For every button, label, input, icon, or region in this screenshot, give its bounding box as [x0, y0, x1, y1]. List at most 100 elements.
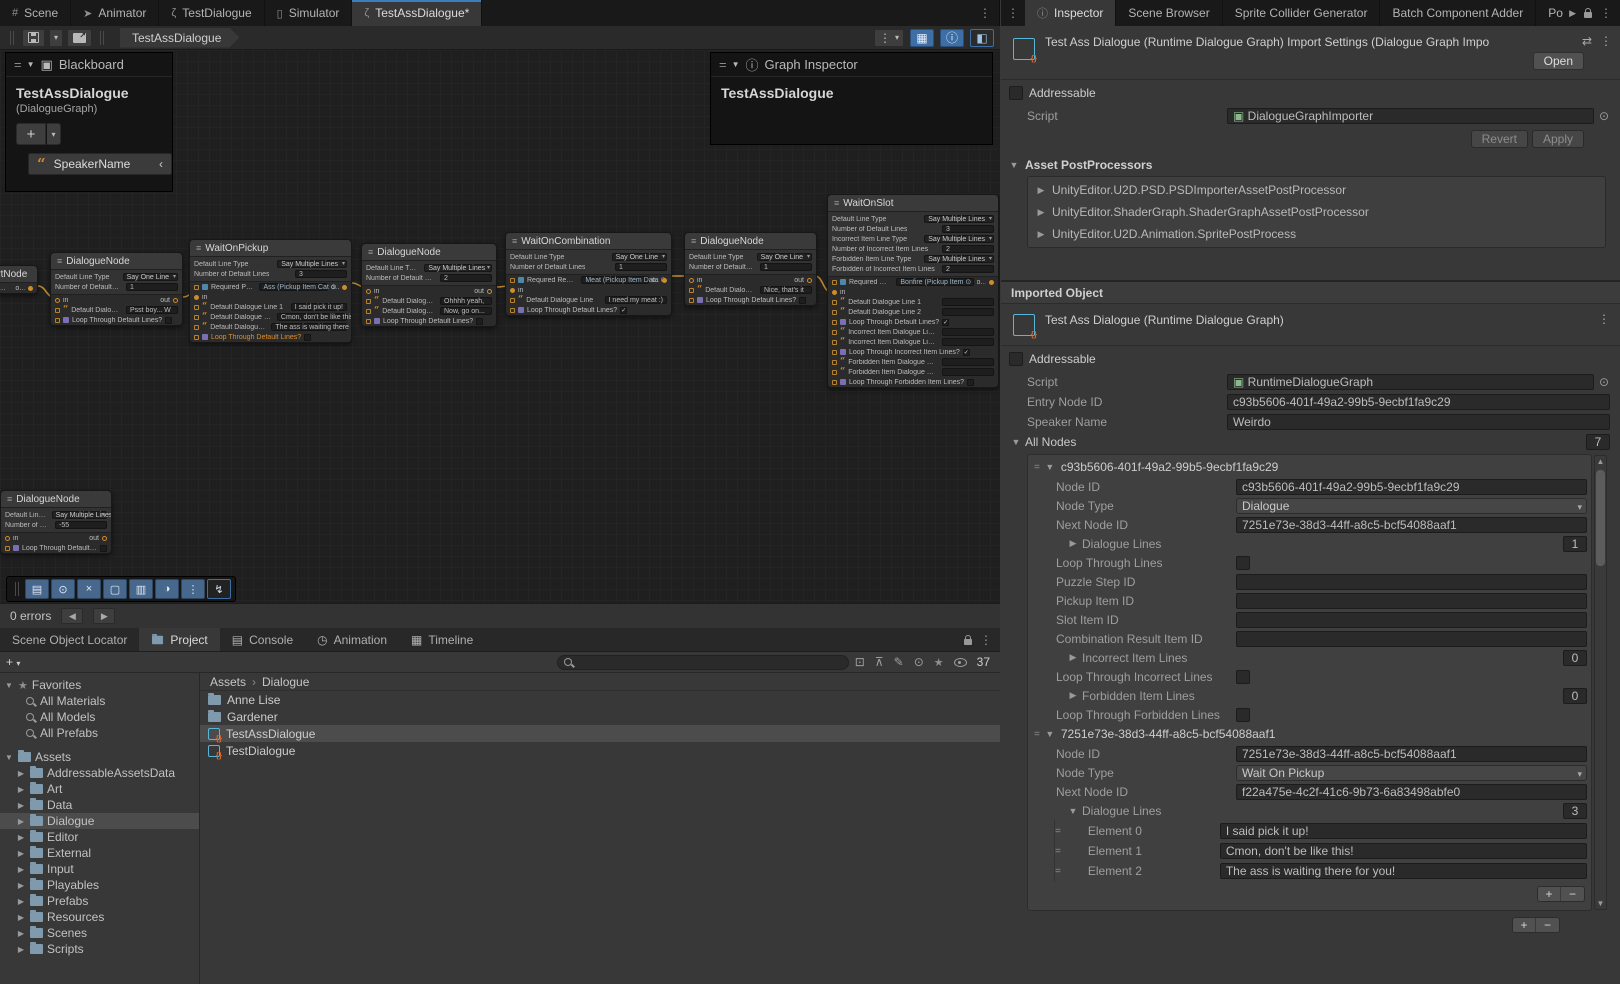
- element-text-field[interactable]: The ass is waiting there for you!: [1220, 863, 1587, 879]
- blackboard-toggle-button[interactable]: ◧: [970, 29, 994, 47]
- input-port[interactable]: [510, 288, 515, 293]
- all-nodes-count[interactable]: 7: [1586, 434, 1610, 450]
- addressable-checkbox[interactable]: [1009, 352, 1023, 366]
- graph-canvas[interactable]: ≡StartNodeConnectionsout ≡DialogueNodeDef…: [0, 50, 1000, 628]
- output-port[interactable]: [28, 286, 33, 291]
- loop-checkbox[interactable]: [476, 318, 483, 325]
- tab-animator[interactable]: ➤Animator: [71, 0, 159, 26]
- postprocessor-item[interactable]: ▶UnityEditor.U2D.Animation.SpritePostPro…: [1028, 223, 1605, 245]
- kebab-icon[interactable]: ⋮: [1600, 34, 1612, 48]
- tree-folder-data[interactable]: ▶Data: [0, 797, 199, 813]
- foldout-arrow-icon[interactable]: ▼: [4, 753, 14, 762]
- node-collapse-icon[interactable]: ≡: [834, 198, 839, 208]
- foldout-arrow-icon[interactable]: ▶: [16, 897, 26, 906]
- node-popup[interactable]: Say Multiple Lines: [52, 511, 107, 519]
- tab-scroll-icon[interactable]: ▶: [1569, 8, 1576, 19]
- asset-postprocessors-foldout[interactable]: ▼ Asset PostProcessors: [1001, 154, 1620, 176]
- lock-icon[interactable]: [1584, 12, 1592, 18]
- all-nodes-row[interactable]: ▼ All Nodes 7: [1001, 432, 1620, 452]
- save-button[interactable]: [22, 29, 45, 47]
- lock-icon[interactable]: [964, 639, 972, 645]
- property-checkbox[interactable]: [1236, 556, 1250, 570]
- graph-node-startnode[interactable]: ≡StartNodeConnectionsout: [0, 265, 38, 294]
- collapse-icon[interactable]: ▼: [27, 60, 35, 69]
- node-popup[interactable]: Say Multiple Lines: [924, 255, 994, 263]
- foldout-arrow-icon[interactable]: ▶: [1068, 690, 1078, 701]
- addressable-checkbox[interactable]: [1009, 86, 1023, 100]
- tab-scene-object-locator[interactable]: Scene Object Locator: [0, 628, 139, 651]
- data-port[interactable]: [510, 308, 515, 313]
- node-collapse-icon[interactable]: ≡: [368, 247, 373, 257]
- drag-handle-icon[interactable]: =: [1034, 462, 1039, 473]
- project-search-input[interactable]: [557, 655, 849, 670]
- object-field[interactable]: Ass (Pickup Item Cat ⊙: [259, 283, 327, 291]
- graph-node-waitoncombination[interactable]: ≡WaitOnCombinationDefault Line TypeSay O…: [505, 232, 672, 316]
- drag-handle-icon[interactable]: =: [1055, 846, 1060, 857]
- prev-error-button[interactable]: ◀: [61, 608, 83, 624]
- tree-folder-external[interactable]: ▶External: [0, 845, 199, 861]
- element-text-field[interactable]: I said pick it up!: [1220, 823, 1587, 839]
- tab-project[interactable]: Project: [139, 628, 219, 651]
- speaker-name-field[interactable]: Weirdo: [1227, 414, 1610, 430]
- loop-checkbox[interactable]: [967, 379, 974, 386]
- tab-scene-browser[interactable]: Scene Browser: [1116, 0, 1222, 26]
- tree-favorite-item[interactable]: All Materials: [0, 693, 199, 709]
- search-by-label-icon[interactable]: ⊼: [875, 655, 884, 669]
- tree-folder-scenes[interactable]: ▶Scenes: [0, 925, 199, 941]
- foldout-arrow-icon[interactable]: ▶: [16, 769, 26, 778]
- node-group-header[interactable]: =▼c93b5606-401f-49a2-99b5-9ecbf1fa9c29: [1032, 457, 1587, 477]
- tree-folder-resources[interactable]: ▶Resources: [0, 909, 199, 925]
- node-number-field[interactable]: 2: [942, 265, 994, 273]
- foldout-arrow-icon[interactable]: ▼: [4, 681, 14, 690]
- remove-node-button[interactable]: −: [1536, 918, 1559, 932]
- dock-menu-icon[interactable]: ⋮: [980, 633, 992, 647]
- graph-node-dialoguenode[interactable]: ≡DialogueNodeDefault Line TypeSay Multip…: [361, 243, 497, 327]
- drag-handle-icon[interactable]: =: [1055, 866, 1060, 877]
- node-number-field[interactable]: 3: [295, 270, 347, 278]
- output-port[interactable]: [989, 280, 994, 285]
- foldout-arrow-icon[interactable]: ▶: [16, 785, 26, 794]
- graph-node-waitonslot[interactable]: ≡WaitOnSlotDefault Line TypeSay Multiple…: [827, 194, 999, 388]
- add-element-button[interactable]: +: [1538, 887, 1561, 901]
- dialogue-line-field[interactable]: [942, 328, 994, 336]
- tree-favorites-header[interactable]: ▼★Favorites: [0, 677, 199, 693]
- output-port[interactable]: [342, 285, 347, 290]
- data-port[interactable]: [194, 315, 199, 320]
- play-button[interactable]: ◑: [155, 579, 179, 599]
- script-field[interactable]: ▣ DialogueGraphImporter: [1227, 108, 1594, 124]
- chevron-left-icon[interactable]: ‹: [159, 157, 163, 171]
- node-collapse-icon[interactable]: ≡: [7, 494, 12, 504]
- input-port[interactable]: [5, 536, 10, 541]
- left-dock-menu-icon[interactable]: ⋮: [979, 6, 991, 20]
- graph-node-dialoguenode[interactable]: ≡DialogueNodeDefault Line TypeSay Multip…: [0, 490, 112, 554]
- favorites-star-icon[interactable]: ★: [934, 656, 944, 669]
- data-port[interactable]: [194, 335, 199, 340]
- data-port[interactable]: [689, 288, 694, 293]
- object-picker-icon[interactable]: ⊙: [1598, 375, 1610, 389]
- node-collapse-icon[interactable]: ≡: [691, 236, 696, 246]
- scrollbar-thumb[interactable]: [1596, 470, 1605, 566]
- array-size-field[interactable]: 0: [1563, 650, 1587, 666]
- script-field[interactable]: ▣ RuntimeDialogueGraph: [1227, 374, 1594, 390]
- output-port[interactable]: [102, 536, 107, 541]
- loop-checkbox[interactable]: ✓: [942, 319, 949, 326]
- foldout-arrow-icon[interactable]: ▶: [1068, 538, 1078, 549]
- graph-inspector-panel[interactable]: = ▼ ⓘ Graph Inspector TestAssDialogue: [710, 52, 993, 145]
- dock-menu-icon[interactable]: ⋮: [1007, 6, 1019, 20]
- foldout-arrow-icon[interactable]: ▶: [16, 881, 26, 890]
- node-popup[interactable]: Say One Line: [612, 253, 667, 261]
- toolbar-grip[interactable]: [100, 31, 104, 45]
- data-port[interactable]: [832, 340, 837, 345]
- tree-assets-header[interactable]: ▼Assets: [0, 749, 199, 765]
- object-field[interactable]: Meat (Pickup Item Data ⊙: [581, 276, 649, 284]
- property-text-field[interactable]: [1236, 612, 1587, 628]
- asset-item-anne-lise[interactable]: Anne Lise: [200, 691, 1000, 708]
- view-options-button[interactable]: ⋮▾: [874, 29, 904, 47]
- tab-animation[interactable]: ◷Animation: [305, 628, 399, 651]
- tab-inspector[interactable]: ⓘInspector: [1025, 0, 1116, 26]
- loop-checkbox[interactable]: [799, 297, 806, 304]
- blackboard-panel[interactable]: = ▼ ▣ Blackboard TestAssDialogue (Dialog…: [5, 52, 173, 192]
- input-port[interactable]: [689, 278, 694, 283]
- dialogue-line-field[interactable]: [942, 298, 994, 306]
- node-popup[interactable]: Say Multiple Lines: [424, 264, 492, 272]
